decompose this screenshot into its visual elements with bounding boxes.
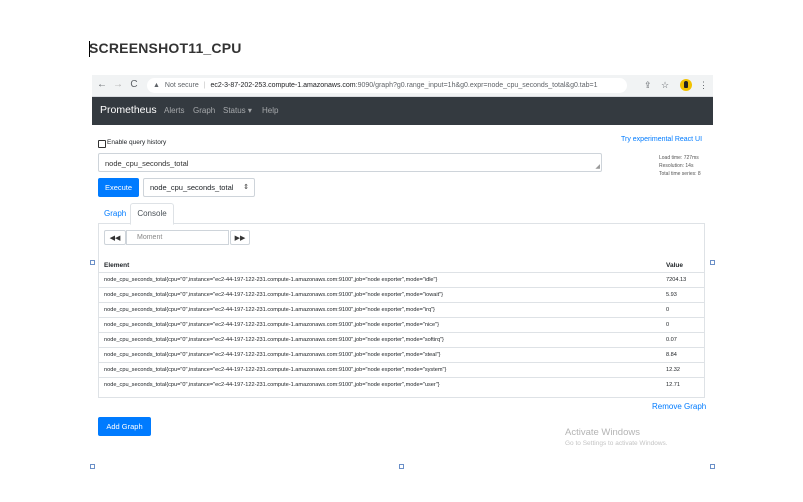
row-value: 0	[666, 322, 670, 328]
query-history-checkbox[interactable]	[98, 140, 106, 148]
address-separator: |	[203, 82, 206, 89]
row-divider	[98, 302, 705, 303]
column-header-element: Element	[104, 262, 130, 269]
row-value: 7204.13	[666, 277, 687, 283]
row-value: 8.84	[666, 352, 677, 358]
nav-status[interactable]: Status ▾	[223, 106, 252, 115]
row-value: 12.71	[666, 382, 680, 388]
nav-help[interactable]: Help	[262, 106, 278, 115]
query-history-label: Enable query history	[107, 139, 167, 146]
row-divider	[98, 377, 705, 378]
metric-select-value: node_cpu_seconds_total	[150, 183, 234, 192]
browser-toolbar: ← → C ▲ Not secure | ec2-3-87-202-253.co…	[92, 75, 713, 97]
resize-handle-icon[interactable]: ◢	[595, 164, 600, 170]
row-divider	[98, 317, 705, 318]
expression-value: node_cpu_seconds_total	[105, 159, 189, 168]
row-value: 12.32	[666, 367, 680, 373]
profile-avatar-icon[interactable]	[680, 79, 692, 91]
react-ui-link[interactable]: Try experimental React UI	[621, 136, 702, 143]
row-element: node_cpu_seconds_total{cpu="0",instance=…	[104, 292, 443, 298]
row-value: 0.07	[666, 337, 677, 343]
forward-arrow-icon[interactable]: →	[112, 79, 124, 91]
row-element: node_cpu_seconds_total{cpu="0",instance=…	[104, 307, 435, 313]
stat-load-time: Load time: 727ms	[659, 155, 699, 161]
remove-graph-link[interactable]: Remove Graph	[652, 402, 706, 411]
brand-prometheus[interactable]: Prometheus	[100, 104, 157, 116]
row-element: node_cpu_seconds_total{cpu="0",instance=…	[104, 367, 447, 373]
not-secure-label: Not secure	[164, 82, 199, 89]
header-divider	[98, 272, 705, 273]
panel-border-bottom	[98, 397, 705, 398]
browser-screenshot: ← → C ▲ Not secure | ec2-3-87-202-253.co…	[92, 75, 713, 467]
tab-console[interactable]: Console	[130, 203, 174, 225]
moment-input[interactable]: Moment	[126, 230, 229, 245]
row-element: node_cpu_seconds_total{cpu="0",instance=…	[104, 322, 439, 328]
reload-icon[interactable]: C	[128, 79, 140, 91]
expression-input[interactable]: node_cpu_seconds_total ◢	[98, 153, 602, 172]
row-divider	[98, 287, 705, 288]
main-content: Enable query history Try experimental Re…	[92, 125, 713, 467]
activate-windows-title: Activate Windows	[565, 427, 640, 438]
metric-select[interactable]: node_cpu_seconds_total ⇕	[143, 178, 255, 197]
row-value: 5.93	[666, 292, 677, 298]
document-title: SCREENSHOT11_CPU	[89, 40, 242, 56]
row-element: node_cpu_seconds_total{cpu="0",instance=…	[104, 382, 440, 388]
panel-border-left	[98, 223, 99, 397]
selection-handle-bottom-left[interactable]	[90, 464, 95, 469]
select-caret-icon: ⇕	[243, 184, 249, 191]
row-divider	[98, 332, 705, 333]
column-header-value: Value	[666, 262, 683, 269]
nav-graph[interactable]: Graph	[193, 106, 215, 115]
time-forward-button[interactable]: ▶▶	[230, 230, 250, 245]
selection-handle-bottom-right[interactable]	[710, 464, 715, 469]
execute-button[interactable]: Execute	[98, 178, 139, 197]
row-value: 0	[666, 307, 670, 313]
selection-handle-bottom[interactable]	[399, 464, 404, 469]
url-host: ec2-3-87-202-253.compute-1.amazonaws.com	[210, 82, 356, 89]
warning-icon: ▲	[153, 82, 160, 89]
prometheus-navbar: Prometheus Alerts Graph Status ▾ Help	[92, 97, 713, 125]
row-element: node_cpu_seconds_total{cpu="0",instance=…	[104, 352, 441, 358]
row-element: node_cpu_seconds_total{cpu="0",instance=…	[104, 277, 438, 283]
activate-windows-subtitle: Go to Settings to activate Windows.	[565, 440, 668, 447]
selection-handle-left[interactable]	[90, 260, 95, 265]
panel-border-right	[704, 223, 705, 397]
url-path: :9090/graph?g0.range_input=1h&g0.expr=no…	[355, 82, 598, 89]
selection-handle-right[interactable]	[710, 260, 715, 265]
row-divider	[98, 362, 705, 363]
row-divider	[98, 347, 705, 348]
bookmark-star-icon[interactable]: ☆	[661, 80, 669, 91]
share-icon[interactable]: ⇪	[644, 80, 652, 91]
add-graph-button[interactable]: Add Graph	[98, 417, 151, 436]
browser-menu-icon[interactable]: ⋮	[699, 80, 708, 91]
time-back-button[interactable]: ◀◀	[104, 230, 126, 245]
query-stats: Load time: 727ms Resolution: 14s Total t…	[659, 154, 701, 178]
address-bar[interactable]: ▲ Not secure | ec2-3-87-202-253.compute-…	[147, 78, 627, 93]
row-element: node_cpu_seconds_total{cpu="0",instance=…	[104, 337, 444, 343]
stat-total-series: Total time series: 8	[659, 171, 701, 177]
nav-alerts[interactable]: Alerts	[164, 106, 184, 115]
stat-resolution: Resolution: 14s	[659, 163, 694, 169]
tabs-divider	[98, 223, 705, 224]
back-arrow-icon[interactable]: ←	[96, 79, 108, 91]
tab-graph[interactable]: Graph	[104, 209, 126, 218]
